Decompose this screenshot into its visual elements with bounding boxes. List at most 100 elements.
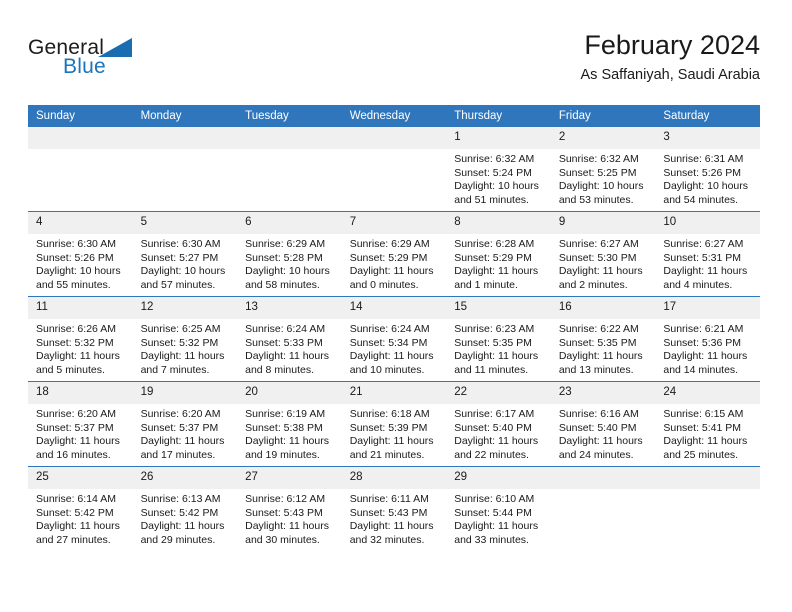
day-number: 8	[446, 212, 551, 234]
daylight-duration-line1: Daylight: 11 hours	[140, 520, 225, 533]
daylight-duration-line1: Daylight: 11 hours	[36, 520, 120, 533]
daylight-duration-line2: and 5 minutes.	[36, 363, 105, 376]
calendar-day-cell[interactable]: 24 Sunrise: 6:15 AM Sunset: 5:41 PM Dayligh…	[655, 381, 760, 467]
calendar-day-cell[interactable]: 23 Sunrise: 6:16 AM Sunset: 5:40 PM Dayligh…	[550, 381, 656, 467]
daylight-duration-line2: and 33 minutes.	[454, 533, 529, 546]
calendar-day-cell[interactable]: 10 Sunrise: 6:27 AM Sunset: 5:31 PM Dayligh…	[655, 211, 760, 297]
calendar-day-cell[interactable]: 21 Sunrise: 6:18 AM Sunset: 5:39 PM Dayligh…	[341, 381, 447, 467]
sunrise-time: Sunrise: 6:27 AM	[663, 238, 744, 250]
calendar-day-cell[interactable]: 18 Sunrise: 6:20 AM Sunset: 5:37 PM Dayligh…	[28, 381, 133, 467]
day-number: 12	[132, 297, 238, 319]
daylight-duration-line2: and 30 minutes.	[245, 533, 320, 546]
day-details: Sunrise: 6:10 AM Sunset: 5:44 PM Daylight:…	[446, 489, 551, 547]
calendar-day-cell[interactable]: 19 Sunrise: 6:20 AM Sunset: 5:37 PM Dayligh…	[132, 381, 238, 467]
daylight-duration-line2: and 19 minutes.	[245, 448, 320, 461]
calendar-day-cell[interactable]: 7 Sunrise: 6:29 AM Sunset: 5:29 PM Daylight…	[341, 211, 447, 297]
sunrise-time: Sunrise: 6:17 AM	[454, 408, 535, 420]
sunrise-time: Sunrise: 6:21 AM	[663, 323, 744, 335]
day-details: Sunrise: 6:25 AM Sunset: 5:32 PM Daylight:…	[133, 319, 238, 377]
calendar-day-cell[interactable]: 29 Sunrise: 6:10 AM Sunset: 5:44 PM Dayligh…	[446, 466, 551, 551]
calendar-day-cell[interactable]: 12 Sunrise: 6:25 AM Sunset: 5:32 PM Dayligh…	[132, 296, 238, 382]
daylight-duration-line2: and 55 minutes.	[36, 278, 111, 291]
title-block: February 2024 As Saffaniyah, Saudi Arabi…	[581, 28, 761, 86]
sunrise-time: Sunrise: 6:30 AM	[36, 238, 116, 250]
calendar-day-cell[interactable]: 14 Sunrise: 6:24 AM Sunset: 5:34 PM Dayligh…	[341, 296, 447, 382]
calendar-day-cell[interactable]: 25 Sunrise: 6:14 AM Sunset: 5:42 PM Dayligh…	[28, 466, 133, 551]
general-blue-logo[interactable]: General Blue	[28, 36, 148, 84]
day-details: Sunrise: 6:26 AM Sunset: 5:32 PM Daylight:…	[28, 319, 133, 377]
daylight-duration-line2: and 7 minutes.	[140, 363, 210, 376]
daylight-duration-line2: and 58 minutes.	[245, 278, 320, 291]
daylight-duration-line2: and 53 minutes.	[558, 193, 634, 206]
calendar-week-row: 18 Sunrise: 6:20 AM Sunset: 5:37 PM Dayligh…	[28, 381, 760, 467]
day-details: Sunrise: 6:15 AM Sunset: 5:41 PM Daylight:…	[655, 404, 760, 462]
calendar-week-row: 1 Sunrise: 6:32 AM Sunset: 5:24 PM Daylight…	[28, 127, 760, 212]
sunrise-time: Sunrise: 6:22 AM	[558, 323, 639, 335]
calendar-day-cell-empty	[132, 127, 238, 212]
day-number: 10	[655, 212, 760, 234]
day-details: Sunrise: 6:28 AM Sunset: 5:29 PM Daylight:…	[446, 234, 551, 292]
weekday-header-tuesday: Tuesday	[237, 105, 342, 127]
sunrise-time: Sunrise: 6:19 AM	[245, 408, 326, 420]
calendar-day-cell[interactable]: 27 Sunrise: 6:12 AM Sunset: 5:43 PM Dayligh…	[237, 466, 342, 551]
calendar-day-cell-empty	[28, 127, 133, 212]
calendar-day-cell[interactable]: 9 Sunrise: 6:27 AM Sunset: 5:30 PM Daylight…	[550, 211, 656, 297]
day-number: 6	[237, 212, 342, 234]
daylight-duration-line1: Daylight: 11 hours	[245, 350, 329, 363]
sunset-time: Sunset: 5:31 PM	[663, 251, 742, 264]
calendar-day-cell[interactable]: 22 Sunrise: 6:17 AM Sunset: 5:40 PM Dayligh…	[446, 381, 551, 467]
sunset-time: Sunset: 5:29 PM	[349, 251, 428, 264]
daylight-duration-line1: Daylight: 10 hours	[245, 265, 330, 278]
day-number: 14	[341, 297, 447, 319]
calendar-day-cell[interactable]: 17 Sunrise: 6:21 AM Sunset: 5:36 PM Dayligh…	[655, 296, 760, 382]
day-details: Sunrise: 6:19 AM Sunset: 5:38 PM Daylight:…	[237, 404, 342, 462]
day-details: Sunrise: 6:32 AM Sunset: 5:25 PM Daylight:…	[551, 149, 656, 207]
calendar-day-cell[interactable]: 15 Sunrise: 6:23 AM Sunset: 5:35 PM Dayligh…	[446, 296, 551, 382]
day-details: Sunrise: 6:23 AM Sunset: 5:35 PM Daylight:…	[446, 319, 551, 377]
calendar-day-cell[interactable]: 16 Sunrise: 6:22 AM Sunset: 5:35 PM Dayligh…	[550, 296, 656, 382]
calendar-day-cell[interactable]: 1 Sunrise: 6:32 AM Sunset: 5:24 PM Daylight…	[446, 127, 551, 212]
sunset-time: Sunset: 5:40 PM	[454, 421, 532, 434]
day-number: 7	[341, 212, 447, 234]
daylight-duration-line1: Daylight: 11 hours	[349, 435, 434, 448]
calendar-day-cell[interactable]: 4 Sunrise: 6:30 AM Sunset: 5:26 PM Daylight…	[28, 211, 133, 297]
sunset-time: Sunset: 5:37 PM	[140, 421, 219, 434]
calendar-week-row: 11 Sunrise: 6:26 AM Sunset: 5:32 PM Dayligh…	[28, 296, 760, 382]
calendar-day-cell[interactable]: 26 Sunrise: 6:13 AM Sunset: 5:42 PM Dayligh…	[132, 466, 238, 551]
weekday-header-saturday: Saturday	[655, 105, 760, 127]
daylight-duration-line1: Daylight: 11 hours	[454, 520, 539, 533]
calendar-day-cell[interactable]: 11 Sunrise: 6:26 AM Sunset: 5:32 PM Dayligh…	[28, 296, 133, 382]
calendar-day-cell[interactable]: 13 Sunrise: 6:24 AM Sunset: 5:33 PM Dayligh…	[237, 296, 342, 382]
daylight-duration-line1: Daylight: 10 hours	[36, 265, 121, 278]
day-number: 24	[655, 382, 760, 404]
sunrise-time: Sunrise: 6:18 AM	[349, 408, 430, 420]
sunset-time: Sunset: 5:36 PM	[663, 336, 742, 349]
calendar-day-cell[interactable]: 6 Sunrise: 6:29 AM Sunset: 5:28 PM Daylight…	[237, 211, 342, 297]
calendar-day-cell[interactable]: 8 Sunrise: 6:28 AM Sunset: 5:29 PM Daylight…	[446, 211, 551, 297]
sunset-time: Sunset: 5:32 PM	[36, 336, 114, 349]
calendar-day-cell[interactable]: 20 Sunrise: 6:19 AM Sunset: 5:38 PM Dayligh…	[237, 381, 342, 467]
day-number: 16	[550, 297, 656, 319]
daylight-duration-line1: Daylight: 11 hours	[454, 435, 539, 448]
day-number: 26	[132, 467, 238, 489]
day-details: Sunrise: 6:30 AM Sunset: 5:26 PM Daylight:…	[28, 234, 133, 292]
daylight-duration-line2: and 8 minutes.	[245, 363, 315, 376]
calendar-table: Sunday Monday Tuesday Wednesday Thursday…	[28, 105, 760, 551]
sunrise-time: Sunrise: 6:14 AM	[36, 493, 116, 505]
sunset-time: Sunset: 5:43 PM	[245, 506, 323, 519]
day-details: Sunrise: 6:20 AM Sunset: 5:37 PM Daylight:…	[133, 404, 238, 462]
day-details: Sunrise: 6:13 AM Sunset: 5:42 PM Daylight:…	[133, 489, 238, 547]
sunset-time: Sunset: 5:34 PM	[349, 336, 428, 349]
calendar-day-cell[interactable]: 3 Sunrise: 6:31 AM Sunset: 5:26 PM Daylight…	[655, 127, 760, 212]
sunrise-time: Sunrise: 6:11 AM	[349, 493, 429, 505]
calendar-day-cell[interactable]: 2 Sunrise: 6:32 AM Sunset: 5:25 PM Daylight…	[550, 127, 656, 212]
calendar-day-cell[interactable]: 5 Sunrise: 6:30 AM Sunset: 5:27 PM Daylight…	[132, 211, 238, 297]
calendar-day-cell[interactable]: 28 Sunrise: 6:11 AM Sunset: 5:43 PM Dayligh…	[341, 466, 447, 551]
daylight-duration-line1: Daylight: 11 hours	[558, 265, 643, 278]
daylight-duration-line1: Daylight: 11 hours	[36, 435, 120, 448]
sunrise-time: Sunrise: 6:26 AM	[36, 323, 116, 335]
day-number: 17	[655, 297, 760, 319]
sunset-time: Sunset: 5:39 PM	[349, 421, 428, 434]
daylight-duration-line1: Daylight: 11 hours	[349, 265, 434, 278]
day-number	[132, 127, 238, 149]
